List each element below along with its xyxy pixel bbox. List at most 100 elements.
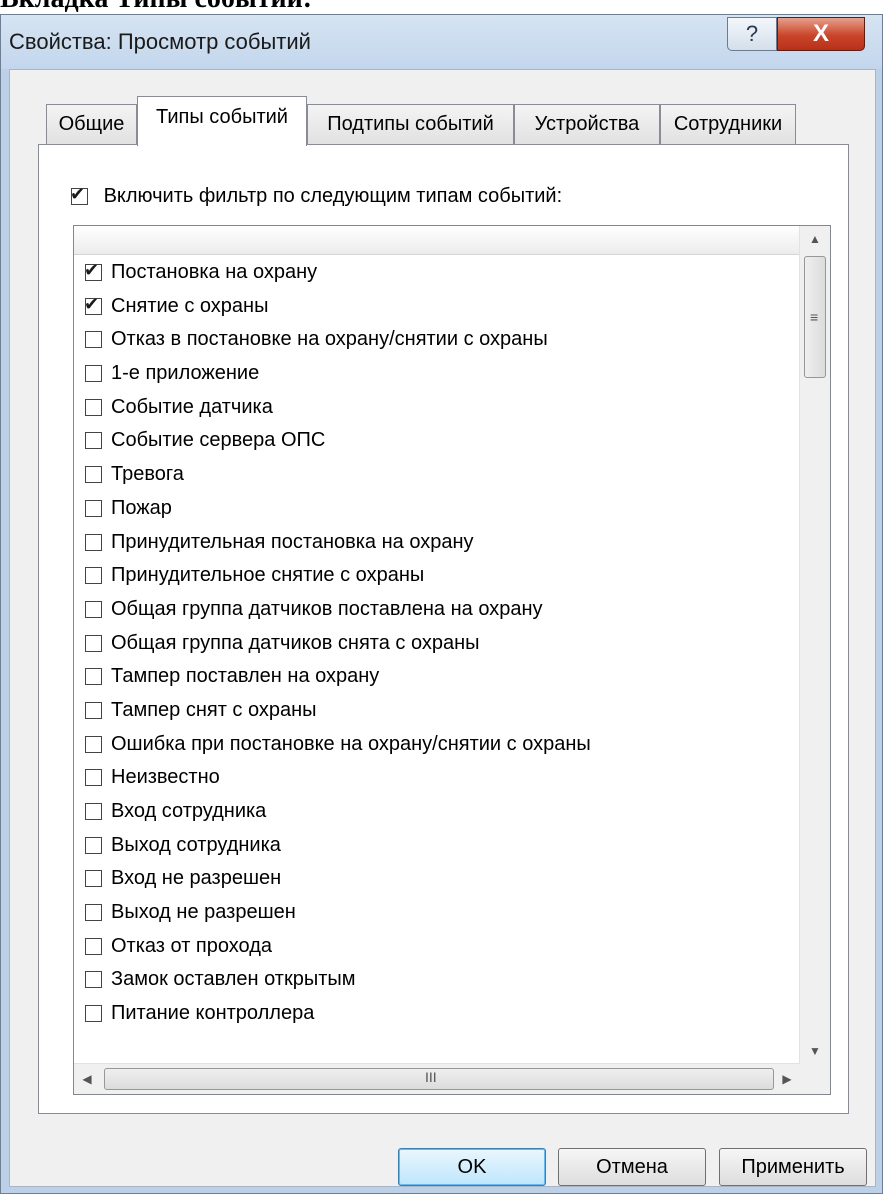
event-type-label: Ошибка при постановке на охрану/снятии с… — [111, 732, 591, 755]
tab-employees[interactable]: Сотрудники — [660, 104, 796, 144]
event-type-checkbox[interactable] — [85, 600, 102, 618]
event-type-item[interactable]: Общая группа датчиков поставлена на охра… — [81, 593, 799, 627]
event-type-label: Вход сотрудника — [111, 800, 267, 822]
event-type-item[interactable]: Вход сотрудника — [81, 795, 799, 829]
vertical-scroll-thumb[interactable]: ≡ — [804, 256, 826, 378]
event-type-label: Постановка на охрану — [111, 261, 318, 283]
list-column-header[interactable] — [74, 226, 799, 255]
event-type-item[interactable]: Тампер снят с охраны — [81, 694, 799, 728]
enable-filter-checkbox[interactable]: ✔ — [70, 184, 88, 206]
event-type-checkbox[interactable] — [85, 634, 102, 652]
vertical-scrollbar[interactable]: ▲ ≡ ▼ — [799, 226, 830, 1064]
event-type-label: Выход не разрешен — [111, 901, 296, 924]
event-type-checkbox[interactable] — [85, 701, 102, 719]
scroll-left-icon[interactable]: ◀ — [74, 1064, 100, 1094]
event-type-label: Питание контроллера — [111, 1002, 315, 1025]
event-type-label: Общая группа датчиков снята с охраны — [111, 631, 480, 654]
event-type-checkbox[interactable] — [85, 466, 102, 484]
event-type-item[interactable]: Общая группа датчиков снята с охраны — [81, 627, 799, 661]
check-icon: ✔ — [84, 293, 100, 315]
event-type-item[interactable]: Принудительная постановка на охрану — [81, 526, 799, 560]
event-type-checkbox[interactable] — [85, 769, 102, 787]
scroll-down-icon[interactable]: ▼ — [800, 1038, 830, 1064]
horizontal-scroll-thumb[interactable]: III — [104, 1068, 774, 1090]
event-types-panel: ✔ Включить фильтр по следующим типам соб… — [38, 144, 849, 1114]
help-button[interactable]: ? — [727, 17, 777, 51]
event-type-item[interactable]: Ошибка при постановке на охрану/снятии с… — [81, 728, 799, 762]
horizontal-scrollbar[interactable]: ◀ III ▶ — [74, 1063, 800, 1094]
event-type-label: Тампер снят с охраны — [111, 698, 317, 721]
close-icon: X — [812, 20, 829, 47]
help-icon: ? — [745, 21, 759, 46]
event-type-checkbox[interactable] — [85, 1005, 102, 1023]
grip-icon: III — [425, 1069, 437, 1085]
event-type-label: Неизвестно — [111, 766, 220, 789]
event-type-checkbox[interactable] — [85, 735, 102, 753]
event-type-checkbox[interactable] — [85, 365, 102, 383]
apply-button[interactable]: Применить — [719, 1148, 867, 1186]
event-type-item[interactable]: Пожар — [81, 492, 799, 526]
grip-icon: ≡ — [810, 309, 819, 325]
event-type-item[interactable]: Выход не разрешен — [81, 896, 799, 930]
event-type-item[interactable]: Вход не разрешен — [81, 862, 799, 896]
event-type-item[interactable]: Выход сотрудника — [81, 829, 799, 863]
event-type-checkbox[interactable] — [85, 904, 102, 922]
event-type-checkbox[interactable] — [85, 937, 102, 955]
event-type-checkbox[interactable]: ✔ — [84, 260, 102, 281]
event-type-item[interactable]: ✔ Постановка на охрану — [81, 256, 799, 290]
event-type-checkbox[interactable]: ✔ — [84, 294, 102, 315]
event-types-list[interactable]: ✔ Постановка на охрану ✔ Снятие с охраны Отк… — [73, 225, 831, 1095]
event-type-label: Событие сервера ОПС — [111, 429, 326, 452]
check-icon: ✔ — [70, 184, 86, 206]
event-type-label: Принудительное снятие с охраны — [111, 564, 425, 587]
enable-filter-row[interactable]: ✔ Включить фильтр по следующим типам соб… — [70, 184, 563, 211]
scroll-up-icon[interactable]: ▲ — [800, 226, 830, 252]
scrollbar-corner — [800, 1064, 830, 1094]
event-types-items: ✔ Постановка на охрану ✔ Снятие с охраны Отк… — [81, 256, 799, 1031]
tab-general[interactable]: Общие — [46, 104, 137, 144]
event-type-checkbox[interactable] — [85, 803, 102, 820]
event-type-checkbox[interactable] — [85, 499, 102, 517]
event-type-checkbox[interactable] — [85, 398, 102, 416]
event-type-item[interactable]: Отказ от прохода — [81, 930, 799, 964]
event-type-item[interactable]: Отказ в постановке на охрану/снятии с ох… — [81, 323, 799, 357]
tab-event-types[interactable]: Типы событий — [137, 96, 307, 146]
event-type-item[interactable]: Событие датчика — [81, 391, 799, 425]
scroll-right-icon[interactable]: ▶ — [774, 1064, 800, 1094]
tab-event-subtypes[interactable]: Подтипы событий — [307, 104, 514, 144]
event-type-checkbox[interactable] — [85, 533, 102, 551]
tab-devices[interactable]: Устройства — [514, 104, 660, 144]
event-type-checkbox[interactable] — [85, 870, 102, 888]
event-type-item[interactable]: ✔ Снятие с охраны — [81, 290, 799, 324]
event-type-label: Событие датчика — [111, 395, 273, 418]
enable-filter-label: Включить фильтр по следующим типам событ… — [103, 185, 563, 208]
event-type-checkbox[interactable] — [85, 668, 102, 686]
event-type-label: 1-е приложение — [111, 362, 260, 385]
event-type-checkbox[interactable] — [85, 971, 102, 989]
event-type-item[interactable]: Замок оставлен открытым — [81, 963, 799, 997]
event-type-label: Снятие с охраны — [111, 294, 269, 317]
event-type-checkbox[interactable] — [85, 432, 102, 450]
event-type-label: Отказ в постановке на охрану/снятии с ох… — [111, 328, 548, 351]
event-type-item[interactable]: Питание контроллера — [81, 997, 799, 1031]
event-type-item[interactable]: Принудительное снятие с охраны — [81, 559, 799, 593]
event-type-checkbox[interactable] — [85, 331, 102, 349]
event-type-label: Принудительная постановка на охрану — [111, 530, 474, 553]
event-type-item[interactable]: Событие сервера ОПС — [81, 424, 799, 458]
event-type-checkbox[interactable] — [85, 567, 102, 585]
event-type-item[interactable]: Тампер поставлен на охрану — [81, 660, 799, 694]
event-type-item[interactable]: Неизвестно — [81, 761, 799, 795]
title-bar[interactable]: Свойства: Просмотр событий ? X — [1, 15, 882, 69]
close-button[interactable]: X — [777, 17, 865, 51]
event-type-item[interactable]: Тревога — [81, 458, 799, 492]
document-heading: Вкладка Типы событий: — [0, 0, 885, 14]
event-type-item[interactable]: 1-е приложение — [81, 357, 799, 391]
event-type-label: Замок оставлен открытым — [111, 968, 356, 991]
cancel-button[interactable]: Отмена — [558, 1148, 706, 1186]
event-type-label: Вход не разрешен — [111, 867, 282, 890]
event-type-checkbox[interactable] — [85, 836, 102, 854]
window-title: Свойства: Просмотр событий — [9, 29, 311, 54]
event-type-label: Выход сотрудника — [111, 833, 281, 856]
ok-button[interactable]: OK — [398, 1148, 546, 1186]
event-type-label: Тампер поставлен на охрану — [111, 665, 380, 688]
